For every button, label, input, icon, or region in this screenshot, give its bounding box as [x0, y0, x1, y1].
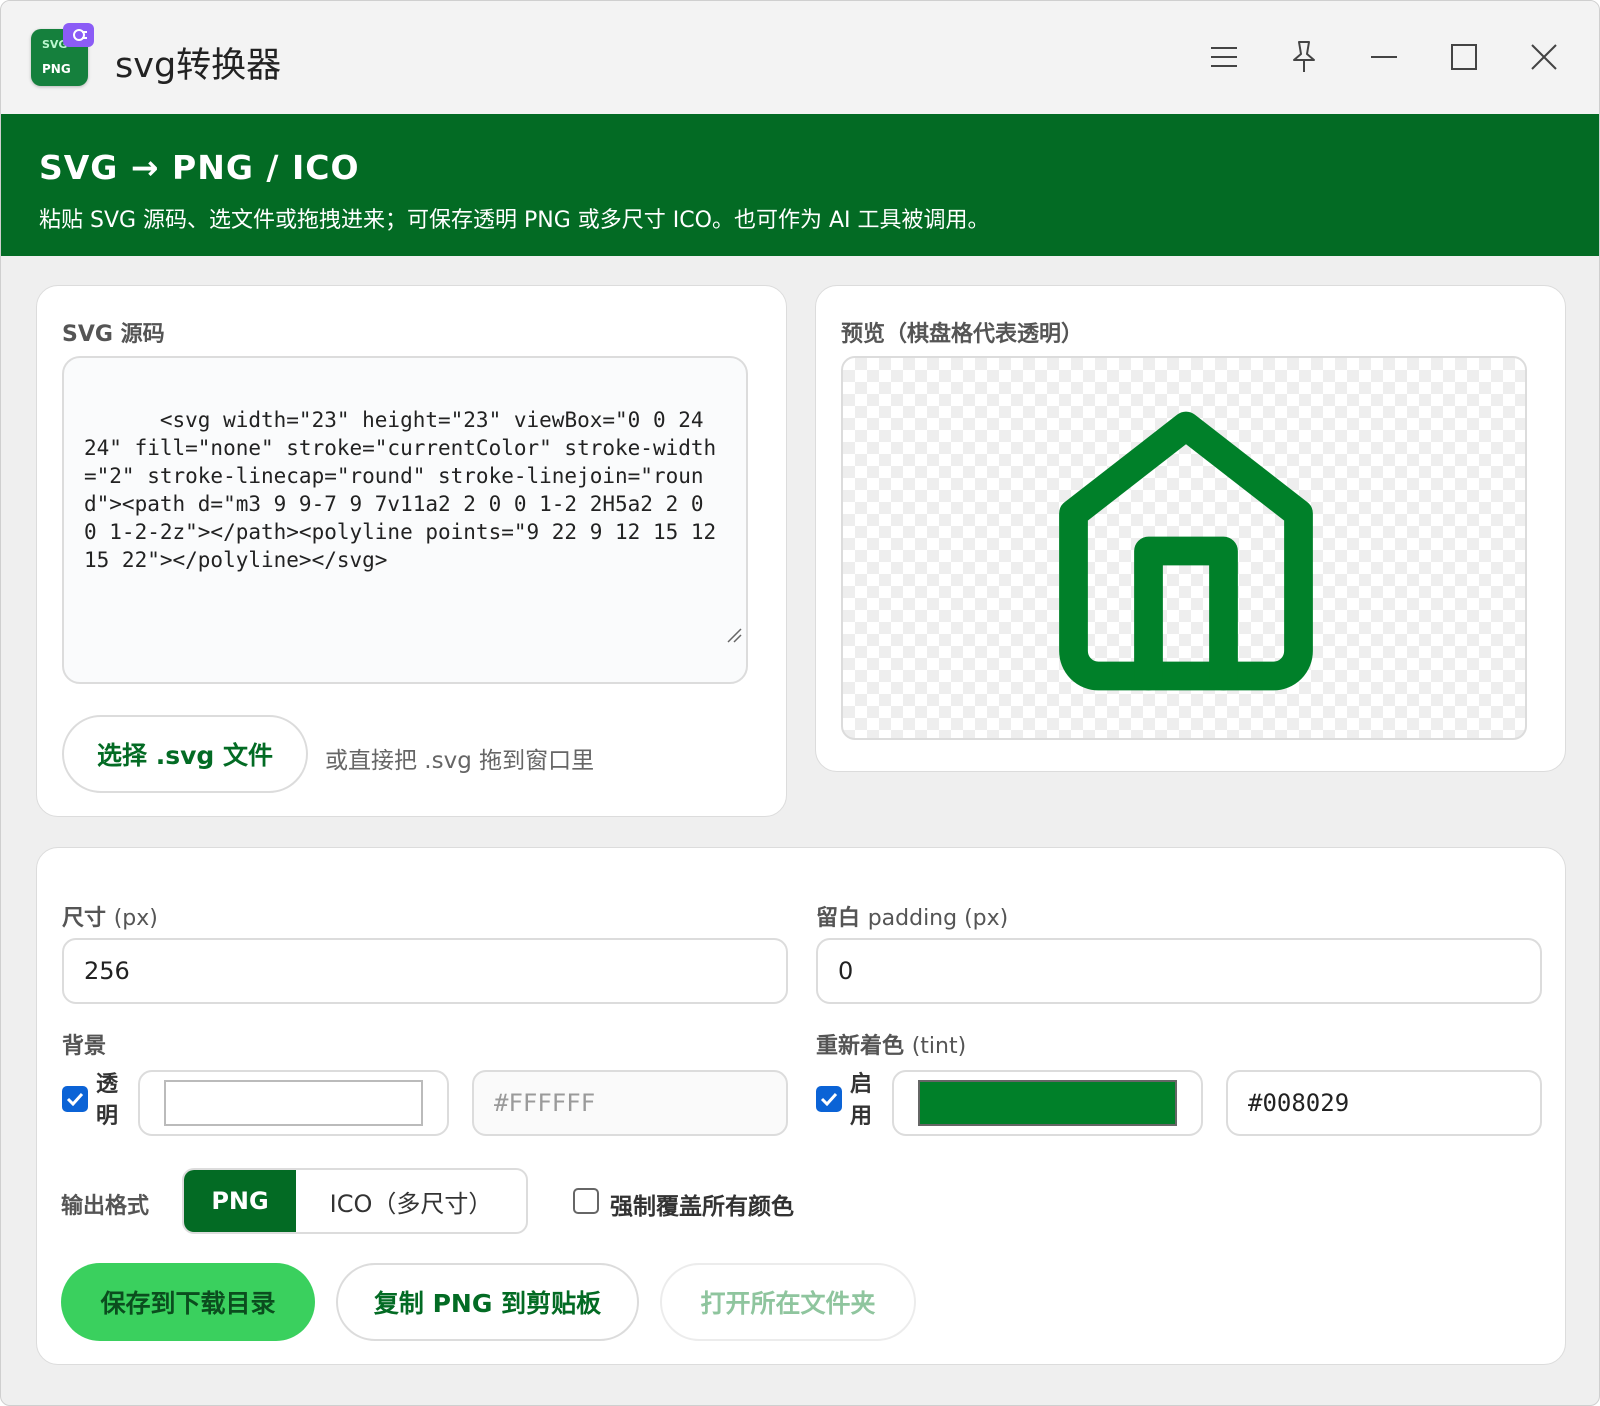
source-card: SVG 源码 <svg width="23" height="23" viewB… [36, 285, 787, 817]
preview-label: 预览（棋盘格代表透明） [841, 322, 1084, 347]
maximize-icon[interactable] [1434, 31, 1494, 83]
bg-color-hex: #FFFFFF [494, 1089, 596, 1117]
drop-hint: 或直接把 .svg 拖到窗口里 [325, 748, 595, 774]
minimize-icon[interactable] [1354, 31, 1414, 83]
banner-subtitle: 粘贴 SVG 源码、选文件或拖拽进来；可保存透明 PNG 或多尺寸 ICO。也可… [39, 208, 990, 233]
size-value: 256 [84, 957, 130, 985]
svg-source-text: <svg width="23" height="23" viewBox="0 0… [84, 408, 729, 572]
force-override-checkbox[interactable] [573, 1188, 599, 1214]
window-title: svg转换器 [115, 46, 282, 86]
bg-color-swatch [164, 1080, 423, 1126]
copy-png-button[interactable]: 复制 PNG 到剪贴板 [336, 1263, 639, 1341]
title-bar: SVG PNG svg转换器 [1, 1, 1599, 114]
preview-card: 预览（棋盘格代表透明） [815, 285, 1566, 772]
app-icon-text-bottom: PNG [42, 62, 71, 76]
close-icon[interactable] [1514, 31, 1574, 83]
transparent-label: 透明 [96, 1072, 119, 1129]
format-segmented-control: PNG ICO（多尺寸） [182, 1168, 528, 1234]
size-label: 尺寸 (px) [62, 906, 158, 931]
plug-badge-icon [63, 23, 94, 47]
tint-label: 重新着色 (tint) [816, 1034, 967, 1059]
format-ico-option[interactable]: ICO（多尺寸） [296, 1170, 526, 1232]
format-label: 输出格式 [61, 1194, 150, 1219]
tint-enable-checkbox[interactable] [816, 1086, 842, 1112]
save-to-downloads-button[interactable]: 保存到下载目录 [61, 1263, 315, 1341]
pin-icon[interactable] [1274, 31, 1334, 83]
tint-color-hex-input[interactable]: #008029 [1226, 1070, 1542, 1136]
svg-source-textarea[interactable]: <svg width="23" height="23" viewBox="0 0… [62, 356, 748, 684]
bg-color-picker[interactable] [138, 1070, 449, 1136]
padding-value: 0 [838, 957, 854, 985]
tint-color-picker[interactable] [892, 1070, 1203, 1136]
padding-label: 留白 padding (px) [816, 906, 1009, 931]
tint-color-hex: #008029 [1248, 1089, 1350, 1117]
open-folder-button[interactable]: 打开所在文件夹 [660, 1263, 916, 1341]
force-override-label: 强制覆盖所有颜色 [610, 1194, 794, 1220]
format-png-option[interactable]: PNG [184, 1170, 296, 1232]
source-label: SVG 源码 [62, 322, 165, 347]
padding-input[interactable]: 0 [816, 938, 1542, 1004]
app-icon: SVG PNG [31, 23, 94, 86]
bg-color-hex-input[interactable]: #FFFFFF [472, 1070, 788, 1136]
resize-grip-icon[interactable] [625, 594, 742, 678]
header-banner: SVG → PNG / ICO 粘贴 SVG 源码、选文件或拖拽进来；可保存透明… [1, 114, 1599, 256]
house-icon [1059, 411, 1313, 691]
choose-svg-file-button[interactable]: 选择 .svg 文件 [62, 715, 308, 793]
size-input[interactable]: 256 [62, 938, 788, 1004]
preview-canvas [841, 356, 1527, 740]
tint-enable-label: 启用 [850, 1072, 873, 1129]
banner-heading: SVG → PNG / ICO [39, 148, 360, 187]
menu-icon[interactable] [1194, 31, 1254, 83]
background-label: 背景 [62, 1034, 107, 1059]
app-window: SVG PNG svg转换器 SVG → PNG / ICO 粘贴 SVG 源码… [0, 0, 1600, 1406]
transparent-checkbox[interactable] [62, 1086, 88, 1112]
tint-color-swatch [918, 1080, 1177, 1126]
